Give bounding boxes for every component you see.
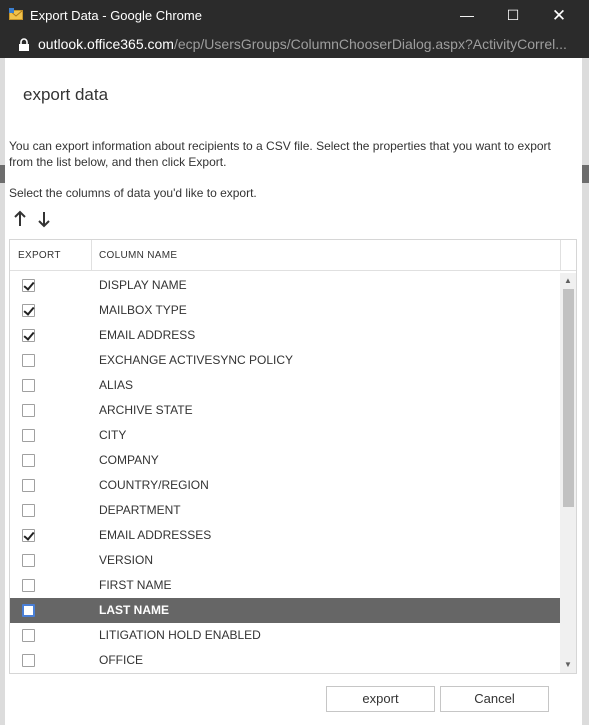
- column-grid: EXPORT COLUMN NAME DISPLAY NAME MAILBOX T…: [9, 239, 577, 674]
- export-checkbox[interactable]: [22, 379, 35, 392]
- scroll-down-arrow-icon[interactable]: ▼: [560, 657, 576, 673]
- export-checkbox[interactable]: [22, 554, 35, 567]
- maximize-button[interactable]: ☐: [490, 0, 536, 31]
- table-row[interactable]: MAILBOX TYPE: [10, 298, 560, 323]
- window-title: Export Data - Google Chrome: [30, 8, 202, 23]
- export-checkbox[interactable]: [22, 429, 35, 442]
- column-name-label: CITY: [99, 428, 127, 442]
- export-checkbox[interactable]: [22, 504, 35, 517]
- column-name-label: OFFICE: [99, 653, 143, 667]
- column-name-label: LITIGATION HOLD ENABLED: [99, 628, 261, 642]
- lock-icon: [19, 38, 29, 51]
- intro-text: You can export information about recipie…: [9, 139, 551, 169]
- export-checkbox[interactable]: [22, 529, 35, 542]
- column-header-export[interactable]: EXPORT: [18, 250, 61, 261]
- cancel-button[interactable]: Cancel: [440, 686, 549, 712]
- column-name-label: EMAIL ADDRESS: [99, 328, 196, 342]
- export-checkbox[interactable]: [22, 479, 35, 492]
- column-divider: [560, 240, 561, 271]
- grid-rows: DISPLAY NAME MAILBOX TYPE EMAIL ADDRESS EXC…: [10, 273, 560, 673]
- column-name-label: MAILBOX TYPE: [99, 303, 187, 317]
- export-checkbox[interactable]: [22, 304, 35, 317]
- export-checkbox[interactable]: [22, 579, 35, 592]
- column-name-label: FIRST NAME: [99, 578, 172, 592]
- table-row[interactable]: CITY: [10, 423, 560, 448]
- window-edge-mark: [582, 165, 589, 183]
- window-edge-right: [582, 58, 589, 725]
- export-checkbox[interactable]: [22, 654, 35, 667]
- column-name-label: ALIAS: [99, 378, 134, 392]
- table-row[interactable]: COUNTRY/REGION: [10, 473, 560, 498]
- table-row[interactable]: LAST NAME: [10, 598, 560, 623]
- column-name-label: EXCHANGE ACTIVESYNC POLICY: [99, 353, 294, 367]
- column-name-label: ARCHIVE STATE: [99, 403, 193, 417]
- browser-titlebar: Export Data - Google Chrome — ☐ ✕: [0, 0, 589, 31]
- column-header-name[interactable]: COLUMN NAME: [99, 250, 177, 261]
- column-name-label: DISPLAY NAME: [99, 278, 187, 292]
- column-name-label: COMPANY: [99, 453, 159, 467]
- close-button[interactable]: ✕: [536, 0, 582, 31]
- table-row[interactable]: EMAIL ADDRESS: [10, 323, 560, 348]
- outlook-envelope-icon: [9, 8, 23, 20]
- column-name-label: VERSION: [99, 553, 154, 567]
- grid-header: EXPORT COLUMN NAME: [10, 240, 576, 271]
- export-checkbox[interactable]: [22, 279, 35, 292]
- export-checkbox[interactable]: [22, 329, 35, 342]
- vertical-scrollbar[interactable]: ▲ ▼: [560, 273, 576, 673]
- export-checkbox[interactable]: [22, 629, 35, 642]
- address-bar[interactable]: outlook.office365.com/ecp/UsersGroups/Co…: [0, 31, 589, 58]
- export-checkbox[interactable]: [22, 454, 35, 467]
- column-name-label: LAST NAME: [99, 603, 169, 617]
- table-row[interactable]: EXCHANGE ACTIVESYNC POLICY: [10, 348, 560, 373]
- url-host: outlook.office365.com: [38, 36, 174, 52]
- table-row[interactable]: LITIGATION HOLD ENABLED: [10, 623, 560, 648]
- export-checkbox[interactable]: [22, 354, 35, 367]
- dialog-title: export data: [23, 85, 109, 104]
- minimize-button[interactable]: —: [444, 0, 490, 31]
- column-name-label: EMAIL ADDRESSES: [99, 528, 212, 542]
- url-text: outlook.office365.com/ecp/UsersGroups/Co…: [38, 36, 568, 52]
- table-row[interactable]: VERSION: [10, 548, 560, 573]
- arrow-down-icon[interactable]: [36, 209, 52, 229]
- table-row[interactable]: DEPARTMENT: [10, 498, 560, 523]
- table-row[interactable]: EMAIL ADDRESSES: [10, 523, 560, 548]
- export-checkbox[interactable]: [22, 604, 35, 617]
- url-path: /ecp/UsersGroups/ColumnChooserDialog.asp…: [173, 36, 567, 52]
- scroll-up-arrow-icon[interactable]: ▲: [560, 273, 576, 289]
- table-row[interactable]: COMPANY: [10, 448, 560, 473]
- dialog-content: export data You can export information a…: [5, 58, 582, 725]
- column-name-label: DEPARTMENT: [99, 503, 181, 517]
- column-name-label: COUNTRY/REGION: [99, 478, 209, 492]
- export-checkbox[interactable]: [22, 404, 35, 417]
- table-row[interactable]: FIRST NAME: [10, 573, 560, 598]
- select-prompt: Select the columns of data you'd like to…: [9, 186, 257, 200]
- arrow-up-icon[interactable]: [12, 209, 28, 229]
- table-row[interactable]: OFFICE: [10, 648, 560, 673]
- table-row[interactable]: ARCHIVE STATE: [10, 398, 560, 423]
- table-row[interactable]: ALIAS: [10, 373, 560, 398]
- table-row[interactable]: DISPLAY NAME: [10, 273, 560, 298]
- scroll-thumb[interactable]: [563, 289, 574, 507]
- export-button[interactable]: export: [326, 686, 435, 712]
- column-divider: [91, 240, 92, 271]
